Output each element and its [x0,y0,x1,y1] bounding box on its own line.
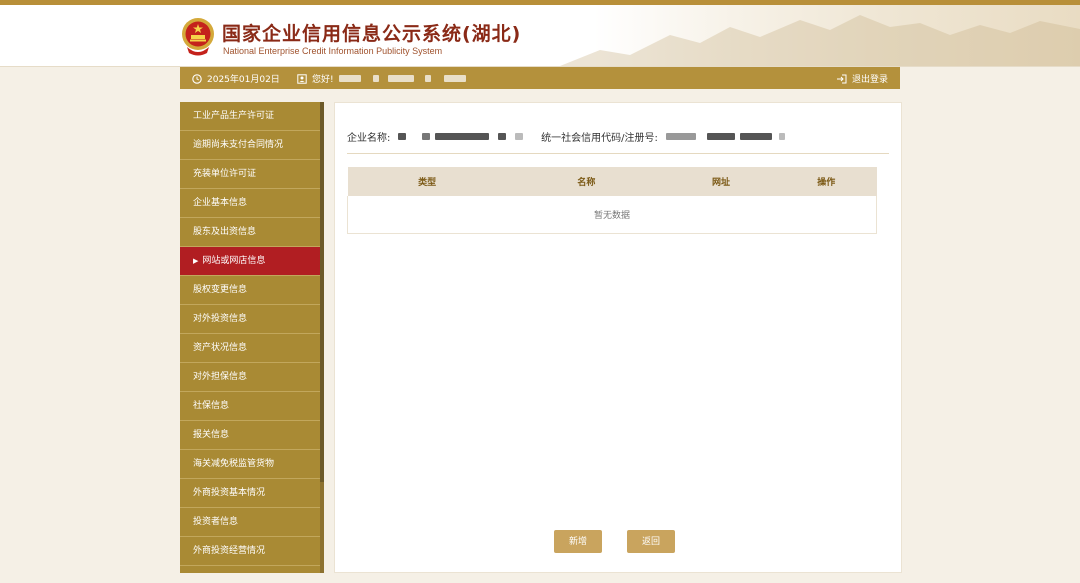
sidebar-item[interactable]: 社保信息 [180,392,320,421]
company-name-redacted [398,131,524,142]
sidebar-item[interactable]: 投资者信息 [180,508,320,537]
date-text: 2025年01月02日 [207,75,280,85]
sidebar-item[interactable]: 股权变更信息 [180,276,320,305]
site-title: 国家企业信用信息公示系统(湖北) [222,23,522,45]
sidebar-scrollbar[interactable] [320,102,324,573]
logout-icon [836,74,847,83]
sidebar-item-label: 股东及出资信息 [193,227,257,237]
credit-code-redacted [665,131,786,142]
logout-label: 退出登录 [851,75,888,85]
sidebar-item[interactable]: 充装单位许可证 [180,160,320,189]
sidebar-item[interactable]: 海关减免税监管货物 [180,450,320,479]
sidebar-item[interactable]: 资产状况信息 [180,334,320,363]
sidebar-item-label: 网站或网店信息 [202,256,266,266]
table-empty-row: 暂无数据 [347,196,877,234]
sidebar-item-label: 资产状况信息 [193,343,248,353]
national-emblem-icon [182,18,214,56]
header-divider [347,153,889,154]
sidebar-item-label: 逾期尚未支付合同情况 [193,140,284,150]
sidebar-item-label: 股权变更信息 [193,285,248,295]
sidebar-item-label: 企业基本信息 [193,198,248,208]
user-card-icon [297,73,307,84]
main-content-panel: 企业名称: 统一社会信用代码/注册号: 类型 名称 网址 操作 暂无数据 新增 … [334,102,902,573]
active-arrow-icon: ▶ [193,257,199,265]
sidebar-item-label: 对外担保信息 [193,372,248,382]
greeting-text: 您好! [312,75,334,85]
sidebar-item-label: 对外投资信息 [193,314,248,324]
user-info-bar: 2025年01月02日 您好! 退出登录 [180,67,900,89]
sidebar-item-label: 工业产品生产许可证 [193,111,275,121]
company-info-line: 企业名称: 统一社会信用代码/注册号: [347,129,786,144]
site-subtitle: National Enterprise Credit Information P… [223,46,443,56]
sidebar-item[interactable]: 股东及出资信息 [180,218,320,247]
empty-state-text: 暂无数据 [347,196,877,234]
sidebar-item[interactable]: 逾期尚未支付合同情况 [180,131,320,160]
sidebar-item[interactable]: 企业基本信息 [180,189,320,218]
user-greeting: 您好! [297,72,467,85]
sidebar-menu: 工业产品生产许可证 逾期尚未支付合同情况 充装单位许可证 企业基本信息 股东及出资信息 ▶… [180,102,324,573]
sidebar-scrollbar-thumb[interactable] [320,102,324,482]
column-header-url: 网址 [665,167,777,196]
sidebar-item[interactable]: 工业产品生产许可证 [180,102,320,131]
decorative-landmark-image [560,15,1080,66]
sidebar-item[interactable]: 外商投资基本情况 [180,479,320,508]
sidebar-item-label: 报关信息 [193,430,230,440]
user-name-redacted [338,74,467,84]
company-name-label: 企业名称: [347,133,391,144]
clock-icon [192,73,202,84]
column-header-type: 类型 [347,167,507,196]
sidebar-item-label: 海关减免税监管货物 [193,459,275,469]
column-header-action: 操作 [776,167,877,196]
site-header: 国家企业信用信息公示系统(湖北) National Enterprise Cre… [0,5,1080,67]
sidebar-item-label: 投资者信息 [193,517,239,527]
logout-button[interactable]: 退出登录 [836,72,888,85]
date-display: 2025年01月02日 [192,72,280,85]
sidebar-item[interactable]: 对外投资信息 [180,305,320,334]
sidebar-item[interactable]: 对外担保信息 [180,363,320,392]
sidebar-item[interactable]: 报关信息 [180,421,320,450]
sidebar-item-label: 充装单位许可证 [193,169,257,179]
table-header-row: 类型 名称 网址 操作 [347,167,877,196]
credit-code-label: 统一社会信用代码/注册号: [541,133,658,144]
sidebar-item-label: 外商投资经营情况 [193,546,266,556]
back-button[interactable]: 返回 [627,530,675,553]
sidebar-item[interactable]: 外商投资经营情况 [180,537,320,566]
column-header-name: 名称 [506,167,666,196]
sidebar-item-label: 外商投资基本情况 [193,488,266,498]
add-button[interactable]: 新增 [554,530,602,553]
sidebar-item[interactable]: ▶ 网站或网店信息 [180,247,320,276]
sidebar-item-label: 社保信息 [193,401,230,411]
website-info-table: 类型 名称 网址 操作 暂无数据 [347,167,877,234]
